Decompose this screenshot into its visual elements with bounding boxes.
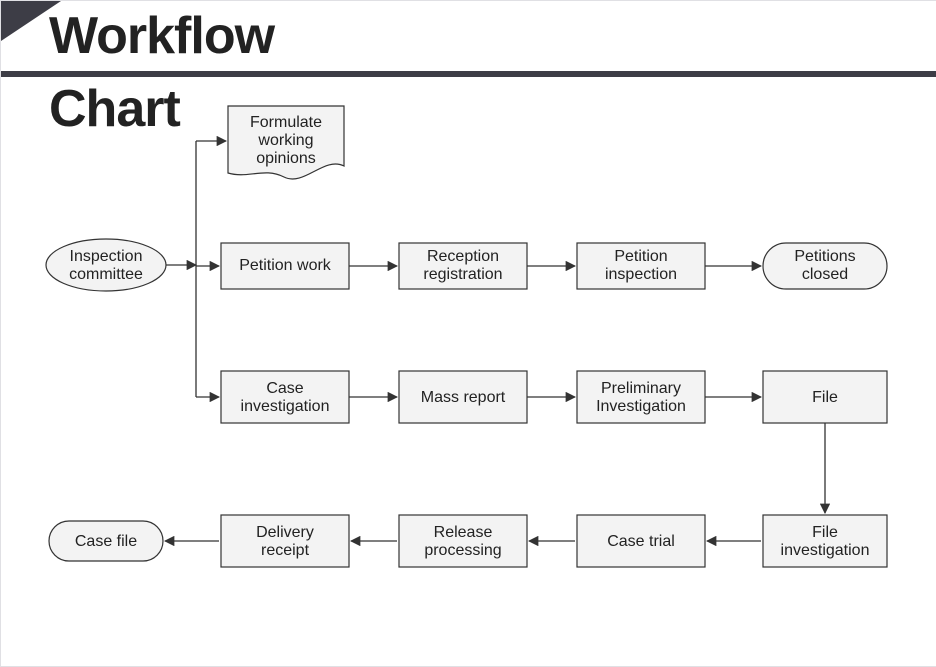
node-case-investigation: Caseinvestigation <box>221 371 349 423</box>
svg-text:Case file: Case file <box>75 533 137 550</box>
svg-text:Case trial: Case trial <box>607 533 675 550</box>
svg-text:Receptionregistration: Receptionregistration <box>423 248 502 283</box>
svg-text:Petition work: Petition work <box>239 257 332 274</box>
svg-text:Releaseprocessing: Releaseprocessing <box>424 524 501 559</box>
node-case-file: Case file <box>49 521 163 561</box>
node-petitions-closed: Petitionsclosed <box>763 243 887 289</box>
node-reception-registration: Receptionregistration <box>399 243 527 289</box>
svg-text:Mass report: Mass report <box>421 389 506 406</box>
node-release-processing: Releaseprocessing <box>399 515 527 567</box>
node-inspection-committee: Inspectioncommittee <box>46 239 166 291</box>
node-preliminary-investigation: PreliminaryInvestigation <box>577 371 705 423</box>
svg-text:Inspectioncommittee: Inspectioncommittee <box>69 248 143 283</box>
slide: Workflow Chart Inspectioncommittee Formu… <box>0 0 936 667</box>
svg-text:Petitionsclosed: Petitionsclosed <box>794 248 855 283</box>
svg-text:Deliveryreceipt: Deliveryreceipt <box>256 524 314 559</box>
node-file-investigation: Fileinvestigation <box>763 515 887 567</box>
svg-text:File: File <box>812 389 838 406</box>
node-file: File <box>763 371 887 423</box>
node-petition-inspection: Petitioninspection <box>577 243 705 289</box>
node-formulate-opinions: Formulateworkingopinions <box>228 106 344 179</box>
node-delivery-receipt: Deliveryreceipt <box>221 515 349 567</box>
svg-text:Formulateworkingopinions: Formulateworkingopinions <box>250 114 322 167</box>
svg-text:PreliminaryInvestigation: PreliminaryInvestigation <box>596 380 686 415</box>
flowchart-canvas: Inspectioncommittee Formulateworkingopin… <box>1 1 936 666</box>
svg-text:Petitioninspection: Petitioninspection <box>605 248 677 283</box>
node-mass-report: Mass report <box>399 371 527 423</box>
node-case-trial: Case trial <box>577 515 705 567</box>
node-petition-work: Petition work <box>221 243 349 289</box>
